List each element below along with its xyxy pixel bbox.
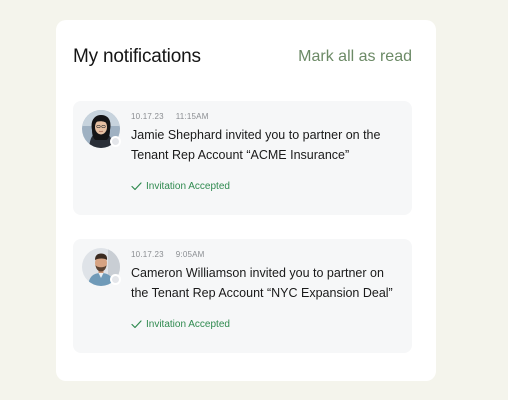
invitation-status-label: Invitation Accepted	[146, 181, 230, 192]
page-title: My notifications	[73, 46, 201, 67]
presence-dot	[110, 274, 121, 285]
notification-date: 10.17.23	[131, 112, 164, 121]
notification-date: 10.17.23	[131, 250, 164, 259]
checkmark-icon	[131, 182, 142, 191]
notification-card[interactable]: 10.17.23 9:05AM Cameron Williamson invit…	[73, 239, 412, 353]
notification-time: 9:05AM	[175, 250, 205, 259]
checkmark-icon	[131, 320, 142, 329]
notification-card[interactable]: 10.17.23 11:15AM Jamie Shephard invited …	[73, 101, 412, 215]
notification-time: 11:15AM	[175, 112, 209, 121]
invitation-status: Invitation Accepted	[131, 181, 230, 192]
notifications-header: My notifications Mark all as read	[73, 46, 412, 68]
notification-message: Cameron Williamson invited you to partne…	[131, 266, 393, 300]
notification-timestamp: 10.17.23 11:15AM	[131, 112, 209, 121]
invitation-status-label: Invitation Accepted	[146, 319, 230, 330]
avatar	[82, 110, 121, 148]
presence-dot	[110, 136, 121, 147]
notifications-panel: My notifications Mark all as read 10.17.…	[56, 20, 436, 381]
notification-timestamp: 10.17.23 9:05AM	[131, 250, 205, 259]
notification-message: Jamie Shephard invited you to partner on…	[131, 128, 381, 162]
mark-all-as-read-button[interactable]: Mark all as read	[298, 48, 412, 66]
avatar	[82, 248, 121, 286]
invitation-status: Invitation Accepted	[131, 319, 230, 330]
